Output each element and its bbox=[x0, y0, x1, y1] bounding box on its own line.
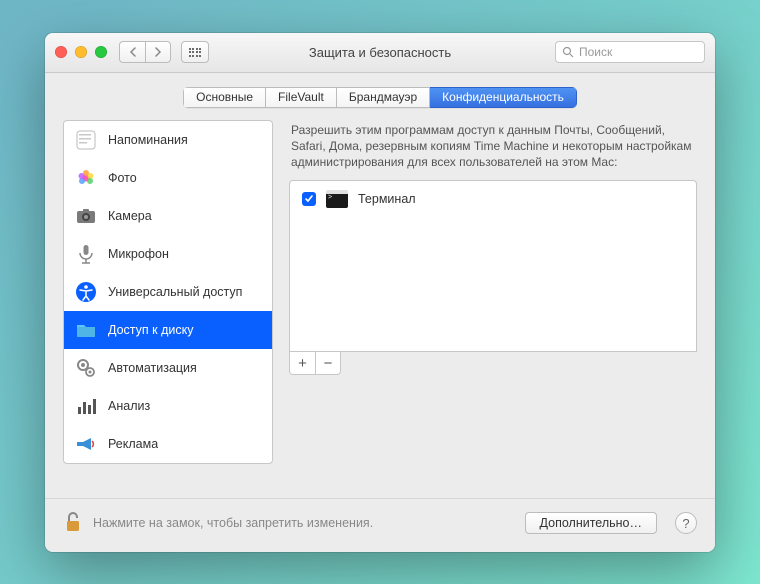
accessibility-icon bbox=[74, 280, 98, 304]
tab-filevault[interactable]: FileVault bbox=[266, 87, 337, 108]
search-input[interactable]: Поиск bbox=[555, 41, 705, 63]
camera-icon bbox=[74, 204, 98, 228]
app-list: Терминал bbox=[289, 180, 697, 352]
preferences-window: Защита и безопасность Поиск Основные Fil… bbox=[45, 33, 715, 552]
add-button[interactable]: + bbox=[290, 352, 315, 374]
sidebar-item-microphone[interactable]: Микрофон bbox=[64, 235, 272, 273]
search-placeholder: Поиск bbox=[579, 45, 612, 59]
titlebar: Защита и безопасность Поиск bbox=[45, 33, 715, 73]
tab-privacy[interactable]: Конфиденциальность bbox=[430, 87, 577, 108]
list-buttons: + − bbox=[289, 352, 341, 375]
folder-icon bbox=[74, 318, 98, 342]
app-label: Терминал bbox=[358, 192, 416, 206]
app-checkbox[interactable] bbox=[302, 192, 316, 206]
sidebar-item-accessibility[interactable]: Универсальный доступ bbox=[64, 273, 272, 311]
sidebar-item-automation[interactable]: Автоматизация bbox=[64, 349, 272, 387]
app-row[interactable]: Терминал bbox=[290, 181, 696, 217]
megaphone-icon bbox=[74, 432, 98, 456]
chevron-left-icon bbox=[129, 47, 137, 57]
sidebar-item-camera[interactable]: Камера bbox=[64, 197, 272, 235]
search-icon bbox=[562, 46, 574, 58]
check-icon bbox=[304, 194, 314, 204]
grid-icon bbox=[189, 48, 202, 57]
window-controls bbox=[55, 46, 107, 58]
main-pane: Разрешить этим программам доступ к данны… bbox=[289, 120, 697, 464]
help-button[interactable]: ? bbox=[675, 512, 697, 534]
chevron-right-icon bbox=[154, 47, 162, 57]
advanced-button[interactable]: Дополнительно… bbox=[525, 512, 657, 534]
chart-icon bbox=[74, 394, 98, 418]
terminal-icon bbox=[326, 190, 348, 208]
remove-button[interactable]: − bbox=[315, 352, 340, 374]
forward-button[interactable] bbox=[145, 41, 171, 63]
gear-icon bbox=[74, 356, 98, 380]
reminders-icon bbox=[74, 128, 98, 152]
nav-buttons bbox=[119, 41, 171, 63]
lock-text: Нажмите на замок, чтобы запретить измене… bbox=[93, 516, 373, 530]
back-button[interactable] bbox=[119, 41, 145, 63]
sidebar-item-ads[interactable]: Реклама bbox=[64, 425, 272, 463]
tab-general[interactable]: Основные bbox=[183, 87, 266, 108]
window-title: Защита и безопасность bbox=[309, 45, 451, 60]
microphone-icon bbox=[74, 242, 98, 266]
sidebar: Напоминания Фото Камера bbox=[63, 120, 273, 464]
lock-icon[interactable] bbox=[63, 511, 83, 536]
sidebar-item-reminders[interactable]: Напоминания bbox=[64, 121, 272, 159]
photos-icon bbox=[74, 166, 98, 190]
zoom-icon[interactable] bbox=[95, 46, 107, 58]
sidebar-item-photos[interactable]: Фото bbox=[64, 159, 272, 197]
show-all-button[interactable] bbox=[181, 41, 209, 63]
close-icon[interactable] bbox=[55, 46, 67, 58]
minimize-icon[interactable] bbox=[75, 46, 87, 58]
footer: Нажмите на замок, чтобы запретить измене… bbox=[45, 498, 715, 552]
content: Напоминания Фото Камера bbox=[45, 120, 715, 480]
sidebar-item-analytics[interactable]: Анализ bbox=[64, 387, 272, 425]
tabs: Основные FileVault Брандмауэр Конфиденци… bbox=[45, 73, 715, 120]
tab-firewall[interactable]: Брандмауэр bbox=[337, 87, 430, 108]
sidebar-item-disk[interactable]: Доступ к диску bbox=[64, 311, 272, 349]
description-text: Разрешить этим программам доступ к данны… bbox=[291, 122, 695, 171]
